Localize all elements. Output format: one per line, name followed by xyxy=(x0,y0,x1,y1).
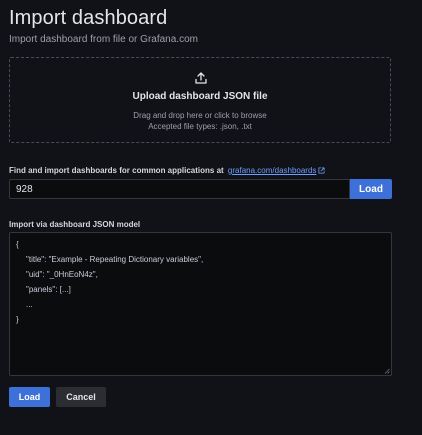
page-title: Import dashboard xyxy=(9,7,168,29)
upload-title: Upload dashboard JSON file xyxy=(132,91,268,102)
import-dashboard-page: Import dashboard Import dashboard from f… xyxy=(0,0,422,435)
cancel-button[interactable]: Cancel xyxy=(56,387,106,407)
grafana-import-label-text: Find and import dashboards for common ap… xyxy=(9,166,224,175)
load-button[interactable]: Load xyxy=(9,387,50,407)
upload-icon xyxy=(195,72,207,84)
accepted-file-types: Accepted file types: .json, .txt xyxy=(148,122,252,131)
external-link-icon xyxy=(318,167,325,174)
json-line: "panels": [...] xyxy=(26,285,71,294)
grafana-dashboards-link[interactable]: grafana.com/dashboards xyxy=(228,166,326,175)
json-model-label: Import via dashboard JSON model xyxy=(9,220,141,229)
upload-hint: Drag and drop here or click to browse xyxy=(133,111,267,120)
json-line: } xyxy=(16,315,19,324)
json-line: ... xyxy=(26,300,33,309)
upload-dropzone[interactable]: Upload dashboard JSON file Drag and drop… xyxy=(9,57,391,143)
load-from-grafana-button[interactable]: Load xyxy=(350,179,392,199)
json-line: "uid": "_0HnEoN4z", xyxy=(26,270,98,279)
grafana-dashboard-id-input[interactable] xyxy=(9,179,350,199)
page-subtitle: Import dashboard from file or Grafana.co… xyxy=(9,34,198,45)
grafana-import-label: Find and import dashboards for common ap… xyxy=(9,166,325,176)
json-model-textarea[interactable]: { "title": "Example - Repeating Dictiona… xyxy=(9,232,392,376)
json-line: { xyxy=(16,240,19,249)
json-line: "title": "Example - Repeating Dictionary… xyxy=(26,255,204,264)
grafana-dashboards-link-text: grafana.com/dashboards xyxy=(227,166,317,175)
resize-grip-icon[interactable] xyxy=(384,368,390,374)
